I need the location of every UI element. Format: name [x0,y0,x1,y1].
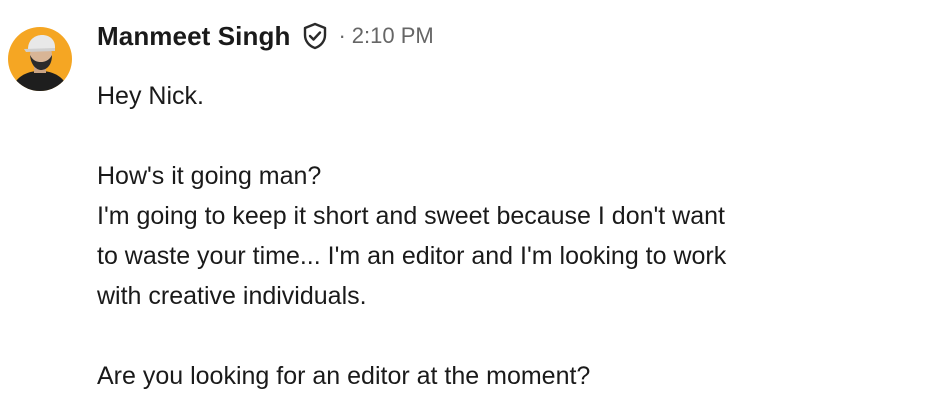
message-header: Manmeet Singh · 2:10 PM [97,18,434,54]
message-body: Hey Nick. How's it going man? I'm going … [97,76,927,396]
timestamp: 2:10 PM [351,23,434,48]
message-line: I'm going to keep it short and sweet bec… [97,202,725,230]
avatar[interactable] [8,21,72,97]
shield-check-icon [300,21,330,51]
message-line: Are you looking for an editor at the mom… [97,362,591,390]
separator-dot: · [338,23,346,48]
message-line: How's it going man? [97,162,322,190]
message-line: to waste your time... I'm an editor and … [97,242,727,270]
message-line: Hey Nick. [97,82,204,110]
chat-message: Manmeet Singh · 2:10 PM Hey Nick. How's … [0,0,942,420]
sender-name[interactable]: Manmeet Singh [97,21,290,52]
avatar-image [8,27,72,91]
message-line: with creative individuals. [97,282,367,310]
